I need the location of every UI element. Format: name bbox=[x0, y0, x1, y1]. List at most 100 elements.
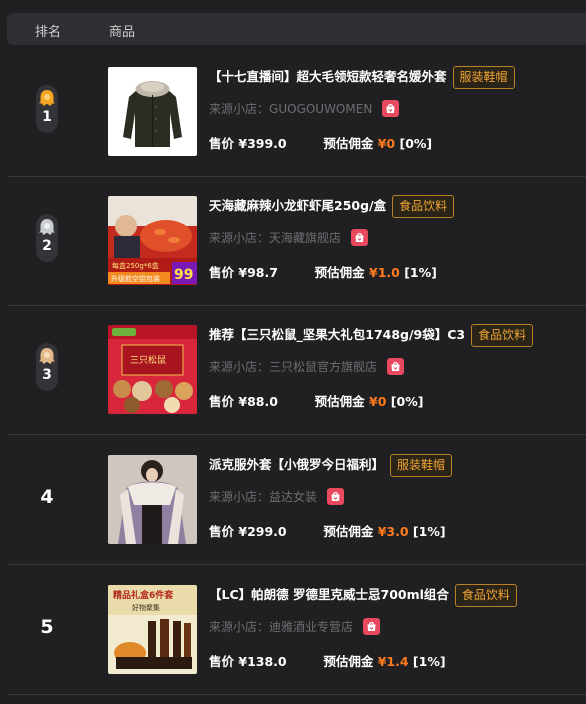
price-label: 售价 bbox=[209, 394, 235, 409]
shop-name[interactable]: 天海藏旗舰店 bbox=[269, 227, 341, 249]
commission-rate: [0%] bbox=[399, 136, 433, 151]
product-image[interactable] bbox=[108, 67, 197, 156]
commission-value: ¥1.0 bbox=[369, 265, 400, 280]
rank-cell: 3 bbox=[7, 306, 87, 434]
commission-rate: [1%] bbox=[412, 654, 446, 669]
rank-cell: 4 bbox=[7, 436, 87, 564]
category-tag: 食品饮料 bbox=[454, 583, 517, 607]
commission-value: ¥3.0 bbox=[377, 524, 409, 539]
shop-info: 来源小店：迪雅酒业专营店 bbox=[209, 615, 380, 637]
commission-label: 预估佣金 bbox=[314, 265, 365, 280]
shop-info: 来源小店：益达女装 bbox=[209, 485, 344, 507]
shop-info: 来源小店：天海藏旗舰店 bbox=[209, 226, 368, 248]
price-value: ¥399.0 bbox=[238, 136, 287, 151]
commission-label: 预估佣金 bbox=[314, 394, 365, 409]
product-image[interactable]: 精品礼盒6件套 好物聚集 bbox=[108, 585, 197, 674]
product-stats: 售价 ¥98.7 预估佣金 ¥1.0 [1%] bbox=[209, 264, 437, 282]
shop-bag-icon[interactable] bbox=[326, 488, 344, 505]
image-brand-text: 三只松鼠 bbox=[130, 354, 166, 366]
product-title-line: 派克服外套【小俄罗今日福利】 服装鞋帽 bbox=[209, 453, 453, 477]
shop-label: 来源小店： bbox=[209, 359, 270, 374]
product-title[interactable]: 【十七直播间】超大毛领短款轻奢名媛外套 bbox=[209, 65, 447, 89]
product-image[interactable]: 三只松鼠 bbox=[108, 325, 197, 414]
table-row[interactable]: 3 三只松鼠 推荐【三只松鼠_坚果大礼包1748g/9袋】C3食品饮料 来源小 bbox=[7, 306, 586, 435]
shop-label: 来源小店： bbox=[209, 489, 270, 504]
product-title-line: 【LC】帕朗德 罗德里克威士忌700ml组合 食品饮料 bbox=[209, 583, 517, 607]
product-title-line: 推荐【三只松鼠_坚果大礼包1748g/9袋】C3 食品饮料 bbox=[209, 323, 534, 347]
commission-value: ¥0 bbox=[377, 136, 396, 151]
product-title[interactable]: 派克服外套【小俄罗今日福利】 bbox=[209, 453, 384, 477]
commission-rate: [0%] bbox=[390, 394, 424, 409]
price-value: ¥98.7 bbox=[238, 265, 278, 280]
commission-rate: [1%] bbox=[404, 265, 437, 280]
rank-number: 1 bbox=[42, 109, 52, 125]
commission-value: ¥1.4 bbox=[377, 654, 409, 669]
gold-medal-icon bbox=[39, 90, 55, 106]
rank-medal: 3 bbox=[36, 343, 58, 391]
price-label: 售价 bbox=[209, 654, 235, 669]
rank-number: 4 bbox=[40, 486, 54, 508]
shop-bag-icon[interactable] bbox=[362, 618, 380, 635]
shop-name[interactable]: 益达女装 bbox=[269, 486, 317, 508]
product-title-line: 【十七直播间】超大毛领短款轻奢名媛外套 服装鞋帽 bbox=[209, 65, 515, 89]
shop-bag-icon[interactable] bbox=[382, 100, 400, 117]
shop-bag-icon[interactable] bbox=[350, 229, 368, 246]
ranking-list: 排名 商品 1 【十七直播间】超大毛领短款轻奢名媛外套 服装鞋帽 来源小店：GU… bbox=[0, 0, 586, 704]
image-caption-weight: 每盒250g*6盒 bbox=[112, 261, 159, 270]
category-tag: 服装鞋帽 bbox=[452, 65, 515, 89]
column-header-goods: 商品 bbox=[109, 25, 136, 40]
product-stats: 售价 ¥138.0 预估佣金 ¥1.4 [1%] bbox=[209, 653, 446, 671]
price-label: 售价 bbox=[209, 265, 235, 280]
category-tag: 食品饮料 bbox=[471, 323, 534, 347]
image-caption-goods: 好物聚集 bbox=[132, 603, 160, 612]
shop-name[interactable]: GUOGOUWOMEN bbox=[269, 98, 372, 120]
commission-rate: [1%] bbox=[412, 524, 446, 539]
rank-cell: 5 bbox=[7, 566, 87, 694]
price-label: 售价 bbox=[209, 136, 235, 151]
shop-bag-icon[interactable] bbox=[386, 358, 404, 375]
commission-value: ¥0 bbox=[369, 394, 387, 409]
rank-medal: 2 bbox=[36, 214, 58, 262]
rank-number: 5 bbox=[40, 616, 54, 638]
price-value: ¥299.0 bbox=[238, 524, 287, 539]
product-stats: 售价 ¥299.0 预估佣金 ¥3.0 [1%] bbox=[209, 523, 446, 541]
table-row[interactable]: 4 派克服外套【小俄罗今日福利】 服装鞋帽 来源小店：益达女装 售价 ¥299.… bbox=[7, 436, 586, 565]
product-title[interactable]: 【LC】帕朗德 罗德里克威士忌700ml组合 bbox=[209, 583, 449, 607]
image-caption-giftset: 精品礼盒6件套 bbox=[113, 589, 174, 601]
table-row[interactable]: 1 【十七直播间】超大毛领短款轻奢名媛外套 服装鞋帽 来源小店：GUOGOUWOM… bbox=[7, 48, 586, 177]
table-row[interactable]: 2 每盒250g*6盒 升级航空铝包装 99 天海藏麻辣小龙虾虾尾250g/盒 bbox=[7, 177, 586, 306]
product-title[interactable]: 天海藏麻辣小龙虾虾尾250g/盒 bbox=[209, 194, 386, 218]
rank-number: 3 bbox=[42, 367, 52, 383]
shop-info: 来源小店：GUOGOUWOMEN bbox=[209, 97, 400, 120]
rank-cell: 2 bbox=[7, 177, 87, 305]
image-caption-package: 升级航空铝包装 bbox=[111, 274, 160, 283]
product-title[interactable]: 推荐【三只松鼠_坚果大礼包1748g/9袋】C3 bbox=[209, 323, 465, 347]
category-tag: 食品饮料 bbox=[392, 194, 455, 218]
table-row[interactable]: 5 精品礼盒6件套 好物聚集 【LC】帕朗德 罗德里克威士忌700ml组合 食品饮… bbox=[7, 566, 586, 695]
category-tag: 服装鞋帽 bbox=[390, 453, 453, 477]
rank-medal: 1 bbox=[36, 85, 58, 133]
product-image[interactable] bbox=[108, 455, 197, 544]
table-header: 排名 商品 bbox=[7, 13, 586, 45]
commission-label: 预估佣金 bbox=[323, 524, 374, 539]
image-price-badge: 99 bbox=[174, 267, 193, 283]
commission-label: 预估佣金 bbox=[323, 136, 374, 151]
product-image[interactable]: 每盒250g*6盒 升级航空铝包装 99 bbox=[108, 196, 197, 285]
shop-label: 来源小店： bbox=[209, 230, 270, 245]
bronze-medal-icon bbox=[39, 348, 55, 364]
price-value: ¥88.0 bbox=[238, 394, 278, 409]
commission-label: 预估佣金 bbox=[323, 654, 374, 669]
product-stats: 售价 ¥88.0 预估佣金 ¥0 [0%] bbox=[209, 393, 423, 411]
shop-info: 来源小店：三只松鼠官方旗舰店 bbox=[209, 355, 404, 377]
shop-name[interactable]: 迪雅酒业专营店 bbox=[269, 616, 353, 638]
product-stats: 售价 ¥399.0 预估佣金 ¥0 [0%] bbox=[209, 135, 432, 153]
rank-cell: 1 bbox=[7, 48, 87, 176]
shop-label: 来源小店： bbox=[209, 101, 270, 116]
silver-medal-icon bbox=[39, 219, 55, 235]
shop-name[interactable]: 三只松鼠官方旗舰店 bbox=[269, 356, 377, 378]
product-title-line: 天海藏麻辣小龙虾虾尾250g/盒 食品饮料 bbox=[209, 194, 455, 218]
rank-number: 2 bbox=[42, 238, 52, 254]
shop-label: 来源小店： bbox=[209, 619, 270, 634]
price-label: 售价 bbox=[209, 524, 235, 539]
column-header-rank: 排名 bbox=[35, 25, 62, 40]
